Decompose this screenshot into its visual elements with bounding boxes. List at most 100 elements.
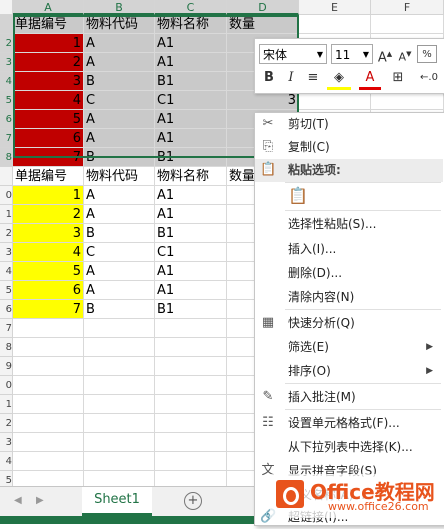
column-header-a[interactable]: A: [13, 0, 84, 15]
cell[interactable]: [155, 357, 227, 376]
cell[interactable]: [371, 15, 444, 34]
cell[interactable]: C: [84, 243, 155, 262]
cell[interactable]: [155, 319, 227, 338]
cell[interactable]: A: [84, 205, 155, 224]
cell[interactable]: [84, 319, 155, 338]
cell[interactable]: B1: [155, 300, 227, 319]
row-header[interactable]: 7: [0, 129, 13, 148]
cell[interactable]: [84, 357, 155, 376]
cell[interactable]: [155, 338, 227, 357]
row-header[interactable]: 6: [0, 110, 13, 129]
select-all-corner[interactable]: [0, 0, 13, 15]
cell[interactable]: 2: [13, 53, 84, 72]
menu-item-scissors[interactable]: ✂ 剪切(T): [255, 113, 443, 136]
cell[interactable]: A1: [155, 129, 227, 148]
number-format-button[interactable]: %: [417, 45, 437, 63]
row-header[interactable]: 3: [0, 243, 13, 262]
cell[interactable]: A: [84, 186, 155, 205]
shrink-font-button[interactable]: A▼: [397, 45, 413, 64]
cell[interactable]: [155, 414, 227, 433]
menu-item-item-9[interactable]: 筛选(E) ▶: [255, 336, 443, 359]
column-header-c[interactable]: C: [155, 0, 227, 15]
row-header[interactable]: 5: [0, 91, 13, 110]
menu-item-comment[interactable]: ✎ 插入批注(M): [255, 386, 443, 409]
cell[interactable]: [13, 319, 84, 338]
scroll-right-icon[interactable]: ▶: [36, 495, 44, 506]
menu-item-copy[interactable]: ⎘ 复制(C): [255, 136, 443, 159]
cell[interactable]: B: [84, 224, 155, 243]
cell[interactable]: A: [84, 281, 155, 300]
cell[interactable]: 数量: [227, 15, 299, 34]
cell[interactable]: 1: [13, 186, 84, 205]
cell[interactable]: 2: [13, 205, 84, 224]
cell[interactable]: 物料代码: [84, 167, 155, 186]
cell[interactable]: 物料代码: [84, 15, 155, 34]
row-header[interactable]: 2: [0, 414, 13, 433]
cell[interactable]: 7: [13, 300, 84, 319]
italic-button[interactable]: I: [283, 69, 299, 87]
row-header[interactable]: 8: [0, 338, 13, 357]
cell[interactable]: [155, 395, 227, 414]
cell[interactable]: A: [84, 110, 155, 129]
cell[interactable]: C: [84, 91, 155, 110]
row-header[interactable]: 5: [0, 281, 13, 300]
cell[interactable]: [299, 15, 371, 34]
row-header[interactable]: [0, 15, 13, 34]
cell[interactable]: [13, 357, 84, 376]
borders-icon[interactable]: ⊞: [387, 69, 409, 87]
cell[interactable]: B: [84, 148, 155, 167]
cell[interactable]: A1: [155, 262, 227, 281]
cell[interactable]: [13, 433, 84, 452]
row-header[interactable]: 0: [0, 186, 13, 205]
column-header-f[interactable]: F: [371, 0, 444, 15]
cell[interactable]: C1: [155, 243, 227, 262]
cell[interactable]: A: [84, 129, 155, 148]
menu-item-item-7[interactable]: 清除内容(N): [255, 286, 443, 309]
cell[interactable]: 6: [13, 281, 84, 300]
cell[interactable]: [13, 376, 84, 395]
cell[interactable]: A1: [155, 186, 227, 205]
scroll-left-icon[interactable]: ◀: [14, 495, 22, 506]
cell[interactable]: 1: [13, 34, 84, 53]
bold-button[interactable]: B: [261, 69, 277, 87]
cell[interactable]: 单据编号: [13, 167, 84, 186]
cell[interactable]: 7: [13, 148, 84, 167]
fill-color-icon[interactable]: ◈: [327, 69, 351, 90]
cell[interactable]: A1: [155, 110, 227, 129]
cell[interactable]: [13, 414, 84, 433]
cell[interactable]: B: [84, 72, 155, 91]
row-header[interactable]: 2: [0, 224, 13, 243]
cell[interactable]: 4: [13, 91, 84, 110]
cell[interactable]: A1: [155, 53, 227, 72]
cell[interactable]: 5: [13, 110, 84, 129]
row-header[interactable]: 4: [0, 452, 13, 471]
cell[interactable]: 5: [13, 262, 84, 281]
row-header[interactable]: 6: [0, 300, 13, 319]
font-color-button[interactable]: A: [359, 69, 381, 90]
cell[interactable]: B1: [155, 224, 227, 243]
row-header[interactable]: 4: [0, 262, 13, 281]
cell[interactable]: [155, 376, 227, 395]
menu-item-item-4[interactable]: 选择性粘贴(S)...: [255, 213, 443, 236]
row-header[interactable]: 8: [0, 148, 13, 167]
cell[interactable]: 物料名称: [155, 167, 227, 186]
column-header-d[interactable]: D: [227, 0, 299, 15]
grow-font-button[interactable]: A▲: [377, 45, 393, 65]
cell[interactable]: A1: [155, 34, 227, 53]
cell[interactable]: C1: [155, 91, 227, 110]
cell[interactable]: 6: [13, 129, 84, 148]
column-header-b[interactable]: B: [84, 0, 155, 15]
menu-item-item-6[interactable]: 删除(D)...: [255, 262, 443, 285]
cell[interactable]: 4: [13, 243, 84, 262]
cell[interactable]: [84, 452, 155, 471]
cell[interactable]: 物料名称: [155, 15, 227, 34]
row-header[interactable]: 1: [0, 395, 13, 414]
row-header[interactable]: 3: [0, 53, 13, 72]
cell[interactable]: B1: [155, 148, 227, 167]
tab-sheet1[interactable]: Sheet1: [82, 487, 152, 516]
row-header[interactable]: 7: [0, 319, 13, 338]
font-name-box[interactable]: 宋体 ▼: [259, 44, 327, 64]
cell[interactable]: [84, 433, 155, 452]
cell[interactable]: A: [84, 262, 155, 281]
cell[interactable]: 单据编号: [13, 15, 84, 34]
